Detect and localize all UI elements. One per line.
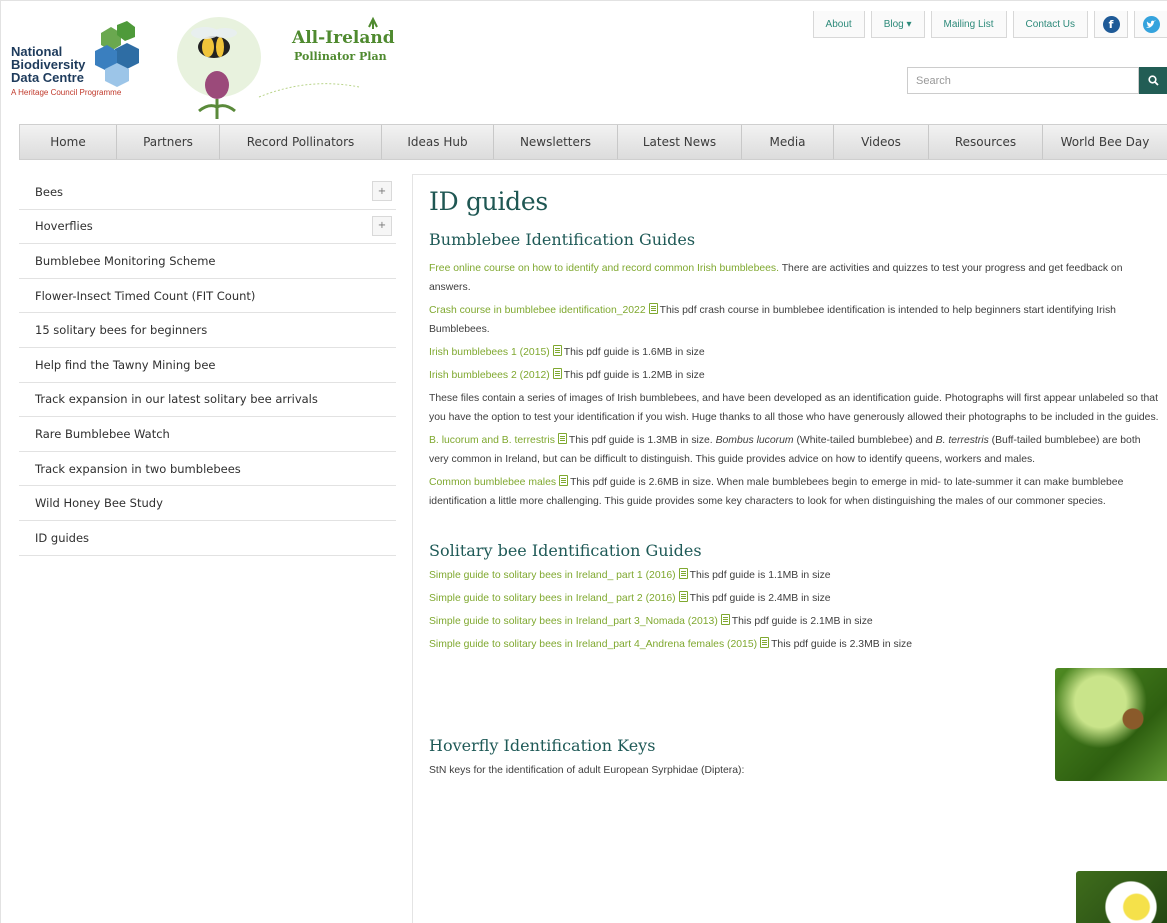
pdf-icon [552, 345, 562, 356]
solitary-item: Simple guide to solitary bees in Ireland… [429, 635, 1159, 654]
search-button[interactable] [1139, 67, 1167, 94]
bee-flower-illustration [177, 16, 378, 119]
lucorum-text-b: (White-tailed bumblebee) and [793, 435, 936, 446]
irish2-paragraph: Irish bumblebees 2 (2012) This pdf guide … [429, 366, 1159, 385]
sidebar-item-bees[interactable]: Bees + [19, 175, 396, 210]
irish2-text: This pdf guide is 1.2MB in size [563, 370, 705, 381]
contact-us-link[interactable]: Contact Us [1012, 11, 1088, 38]
main-content: ID guides Bumblebee Identification Guide… [412, 174, 1167, 923]
solitary-part3-text: This pdf guide is 2.1MB in size [731, 616, 873, 627]
twitter-icon [1142, 15, 1160, 33]
pdf-icon [720, 614, 730, 625]
sidebar-item-fit-count[interactable]: Flower-Insect Timed Count (FIT Count) [19, 279, 396, 314]
irish1-paragraph: Irish bumblebees 1 (2015) This pdf guide … [429, 343, 1159, 362]
pdf-icon [559, 475, 569, 486]
solitary-heading: Solitary bee Identification Guides [429, 541, 702, 560]
solitary-part2-text: This pdf guide is 2.4MB in size [689, 593, 831, 604]
search-icon [1148, 75, 1159, 86]
sidebar-item-honey-bee[interactable]: Wild Honey Bee Study [19, 486, 396, 521]
lucorum-text-a: This pdf guide is 1.3MB in size. [568, 435, 716, 446]
lucorum-paragraph: B. lucorum and B. terrestris This pdf gui… [429, 431, 1159, 469]
solitary-part2-link[interactable]: Simple guide to solitary bees in Ireland… [429, 593, 676, 604]
nbdc-title: National Biodiversity Data Centre [11, 45, 85, 84]
pdf-icon [760, 637, 770, 648]
expand-icon[interactable]: + [372, 215, 392, 236]
nav-newsletters[interactable]: Newsletters [494, 125, 618, 159]
course-paragraph: Free online course on how to identify an… [429, 259, 1159, 297]
solitary-part1-text: This pdf guide is 1.1MB in size [689, 570, 831, 581]
page-title: ID guides [429, 187, 548, 216]
top-links: About Blog ▾ Mailing List Contact Us f [807, 11, 1167, 38]
header: National Biodiversity Data Centre A Heri… [1, 1, 1167, 126]
solitary-item: Simple guide to solitary bees in Ireland… [429, 566, 1159, 585]
nbdc-line-3: Data Centre [11, 70, 84, 85]
solitary-part1-link[interactable]: Simple guide to solitary bees in Ireland… [429, 570, 676, 581]
search-bar [907, 67, 1167, 94]
sidebar-item-label: Bees [35, 184, 64, 199]
solitary-part4-link[interactable]: Simple guide to solitary bees in Ireland… [429, 639, 757, 650]
nav-record-pollinators[interactable]: Record Pollinators [220, 125, 382, 159]
pdf-icon [557, 433, 567, 444]
expand-icon[interactable]: + [372, 181, 392, 201]
aipp-title: All-Ireland [292, 28, 395, 48]
nav-videos[interactable]: Videos [834, 125, 929, 159]
sidebar-item-solitary-arrivals[interactable]: Track expansion in our latest solitary b… [19, 383, 396, 418]
nav-home[interactable]: Home [20, 125, 117, 159]
page: National Biodiversity Data Centre A Heri… [0, 0, 1167, 923]
aipp-logo[interactable]: All-Ireland Pollinator Plan [159, 7, 404, 119]
irish-bumblebees-2-link[interactable]: Irish bumblebees 2 (2012) [429, 370, 550, 381]
sidebar: Bees + Hoverflies + Bumblebee Monitoring… [19, 175, 396, 556]
irish1-text: This pdf guide is 1.6MB in size [563, 347, 705, 358]
solitary-part3-link[interactable]: Simple guide to solitary bees in Ireland… [429, 616, 718, 627]
sidebar-item-id-guides[interactable]: ID guides [19, 521, 396, 556]
course-link[interactable]: Free online course on how to identify an… [429, 263, 779, 274]
nav-media[interactable]: Media [742, 125, 834, 159]
aipp-subtitle: Pollinator Plan [294, 50, 387, 63]
males-paragraph: Common bumblebee males This pdf guide is … [429, 473, 1159, 511]
crash-course-link[interactable]: Crash course in bumblebee identification… [429, 305, 646, 316]
solitary-item: Simple guide to solitary bees in Ireland… [429, 589, 1159, 608]
nbdc-subtitle: A Heritage Council Programme [11, 88, 122, 97]
pdf-icon [648, 303, 658, 314]
hoverfly-photo [1076, 871, 1167, 923]
twitter-button[interactable] [1134, 11, 1167, 38]
common-males-link[interactable]: Common bumblebee males [429, 477, 556, 488]
pdf-icon [678, 591, 688, 602]
about-link[interactable]: About [812, 11, 865, 38]
lucorum-species-2: B. terrestris [935, 435, 989, 446]
main-nav: Home Partners Record Pollinators Ideas H… [19, 124, 1167, 160]
hoverfly-text: StN keys for the identification of adult… [429, 765, 745, 776]
nav-latest-news[interactable]: Latest News [618, 125, 742, 159]
sidebar-item-rare-bumblebee[interactable]: Rare Bumblebee Watch [19, 417, 396, 452]
pdf-icon [678, 568, 688, 579]
search-input[interactable] [907, 67, 1139, 94]
sidebar-item-hoverflies[interactable]: Hoverflies + [19, 210, 396, 245]
sidebar-item-label: Hoverflies [35, 219, 93, 234]
solitary-part4-text: This pdf guide is 2.3MB in size [771, 639, 912, 650]
nbdc-logo[interactable]: National Biodiversity Data Centre A Heri… [9, 21, 159, 111]
sidebar-item-bumblebee-monitoring[interactable]: Bumblebee Monitoring Scheme [19, 244, 396, 279]
solitary-bee-photo [1055, 668, 1167, 781]
solitary-item: Simple guide to solitary bees in Ireland… [429, 612, 1159, 631]
crash-paragraph: Crash course in bumblebee identification… [429, 301, 1159, 339]
blog-dropdown[interactable]: Blog ▾ [870, 11, 925, 38]
nav-resources[interactable]: Resources [929, 125, 1043, 159]
mailing-list-link[interactable]: Mailing List [930, 11, 1007, 38]
sidebar-item-tawny-mining-bee[interactable]: Help find the Tawny Mining bee [19, 348, 396, 383]
lucorum-terrestris-link[interactable]: B. lucorum and B. terrestris [429, 435, 555, 446]
nav-world-bee-day[interactable]: World Bee Day [1043, 125, 1167, 159]
lucorum-species-1: Bombus lucorum [715, 435, 794, 446]
nav-partners[interactable]: Partners [117, 125, 220, 159]
facebook-icon: f [1102, 15, 1120, 33]
sidebar-item-solitary-bees[interactable]: 15 solitary bees for beginners [19, 313, 396, 348]
irish-bumblebees-1-link[interactable]: Irish bumblebees 1 (2015) [429, 347, 550, 358]
facebook-button[interactable]: f [1094, 11, 1128, 38]
bumblebee-heading: Bumblebee Identification Guides [429, 230, 696, 249]
pdf-icon [552, 368, 562, 379]
sidebar-item-two-bumblebees[interactable]: Track expansion in two bumblebees [19, 452, 396, 487]
files-paragraph: These files contain a series of images o… [429, 393, 1159, 423]
nav-ideas-hub[interactable]: Ideas Hub [382, 125, 494, 159]
